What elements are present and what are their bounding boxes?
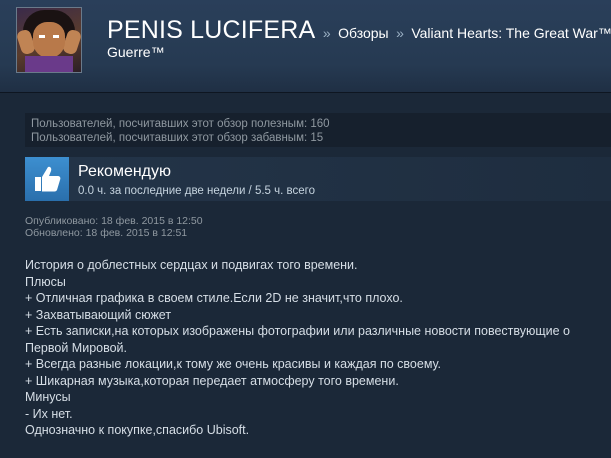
breadcrumb-game-link-continued[interactable]: Guerre™ — [107, 44, 165, 60]
review-body: История о доблестных сердцах и подвигах … — [25, 257, 605, 439]
avatar-image — [17, 8, 81, 72]
review-line: + Захватывающий сюжет — [25, 307, 172, 322]
recommendation-title: Рекомендую — [78, 163, 172, 180]
breadcrumb-reviews-link[interactable]: Обзоры — [338, 25, 389, 41]
review-line: Однозначно к покупке,спасибо Ubisoft. — [25, 423, 250, 437]
breadcrumb: PENIS LUCIFERA » Обзоры » Valiant Hearts… — [107, 16, 611, 45]
username-link[interactable]: PENIS LUCIFERA — [107, 16, 315, 44]
funny-count: Пользователей, посчитавших этот обзор за… — [31, 132, 324, 144]
updated-date: Обновлено: 18 фев. 2015 в 12:51 — [25, 227, 188, 239]
profile-header: PENIS LUCIFERA » Обзоры » Valiant Hearts… — [0, 0, 611, 93]
breadcrumb-separator: » — [322, 25, 331, 41]
playtime-hours: 0.0 ч. за последние две недели / 5.5 ч. … — [78, 185, 315, 197]
breadcrumb-separator: » — [396, 25, 404, 41]
review-line: Минусы — [25, 390, 71, 404]
review-line: + Отличная графика в своем стиле.Если 2D… — [25, 291, 403, 305]
review-line: + Всегда разные локации,к тому же очень … — [25, 357, 442, 371]
review-line: Плюсы — [25, 274, 66, 289]
review-dates: Опубликовано: 18 фев. 2015 в 12:50 Обнов… — [25, 215, 203, 239]
breadcrumb-game-link[interactable]: Valiant Hearts: The Great War™ / — [411, 25, 611, 41]
review-line: + Есть записки,на которых изображены фот… — [25, 324, 571, 338]
thumbs-up-icon — [25, 157, 69, 201]
review-line: История о доблестных сердцах и подвигах … — [25, 258, 358, 272]
review-line: - Их нет. — [25, 406, 73, 421]
posted-date: Опубликовано: 18 фев. 2015 в 12:50 — [25, 215, 203, 227]
avatar[interactable] — [16, 7, 82, 73]
review-line: + Шикарная музыка,которая передает атмос… — [25, 373, 399, 388]
helpful-count: Пользователей, посчитавших этот обзор по… — [31, 118, 330, 130]
review-line: Первой Мировой. — [25, 340, 128, 355]
review-ratings: Пользователей, посчитавших этот обзор по… — [25, 113, 611, 147]
